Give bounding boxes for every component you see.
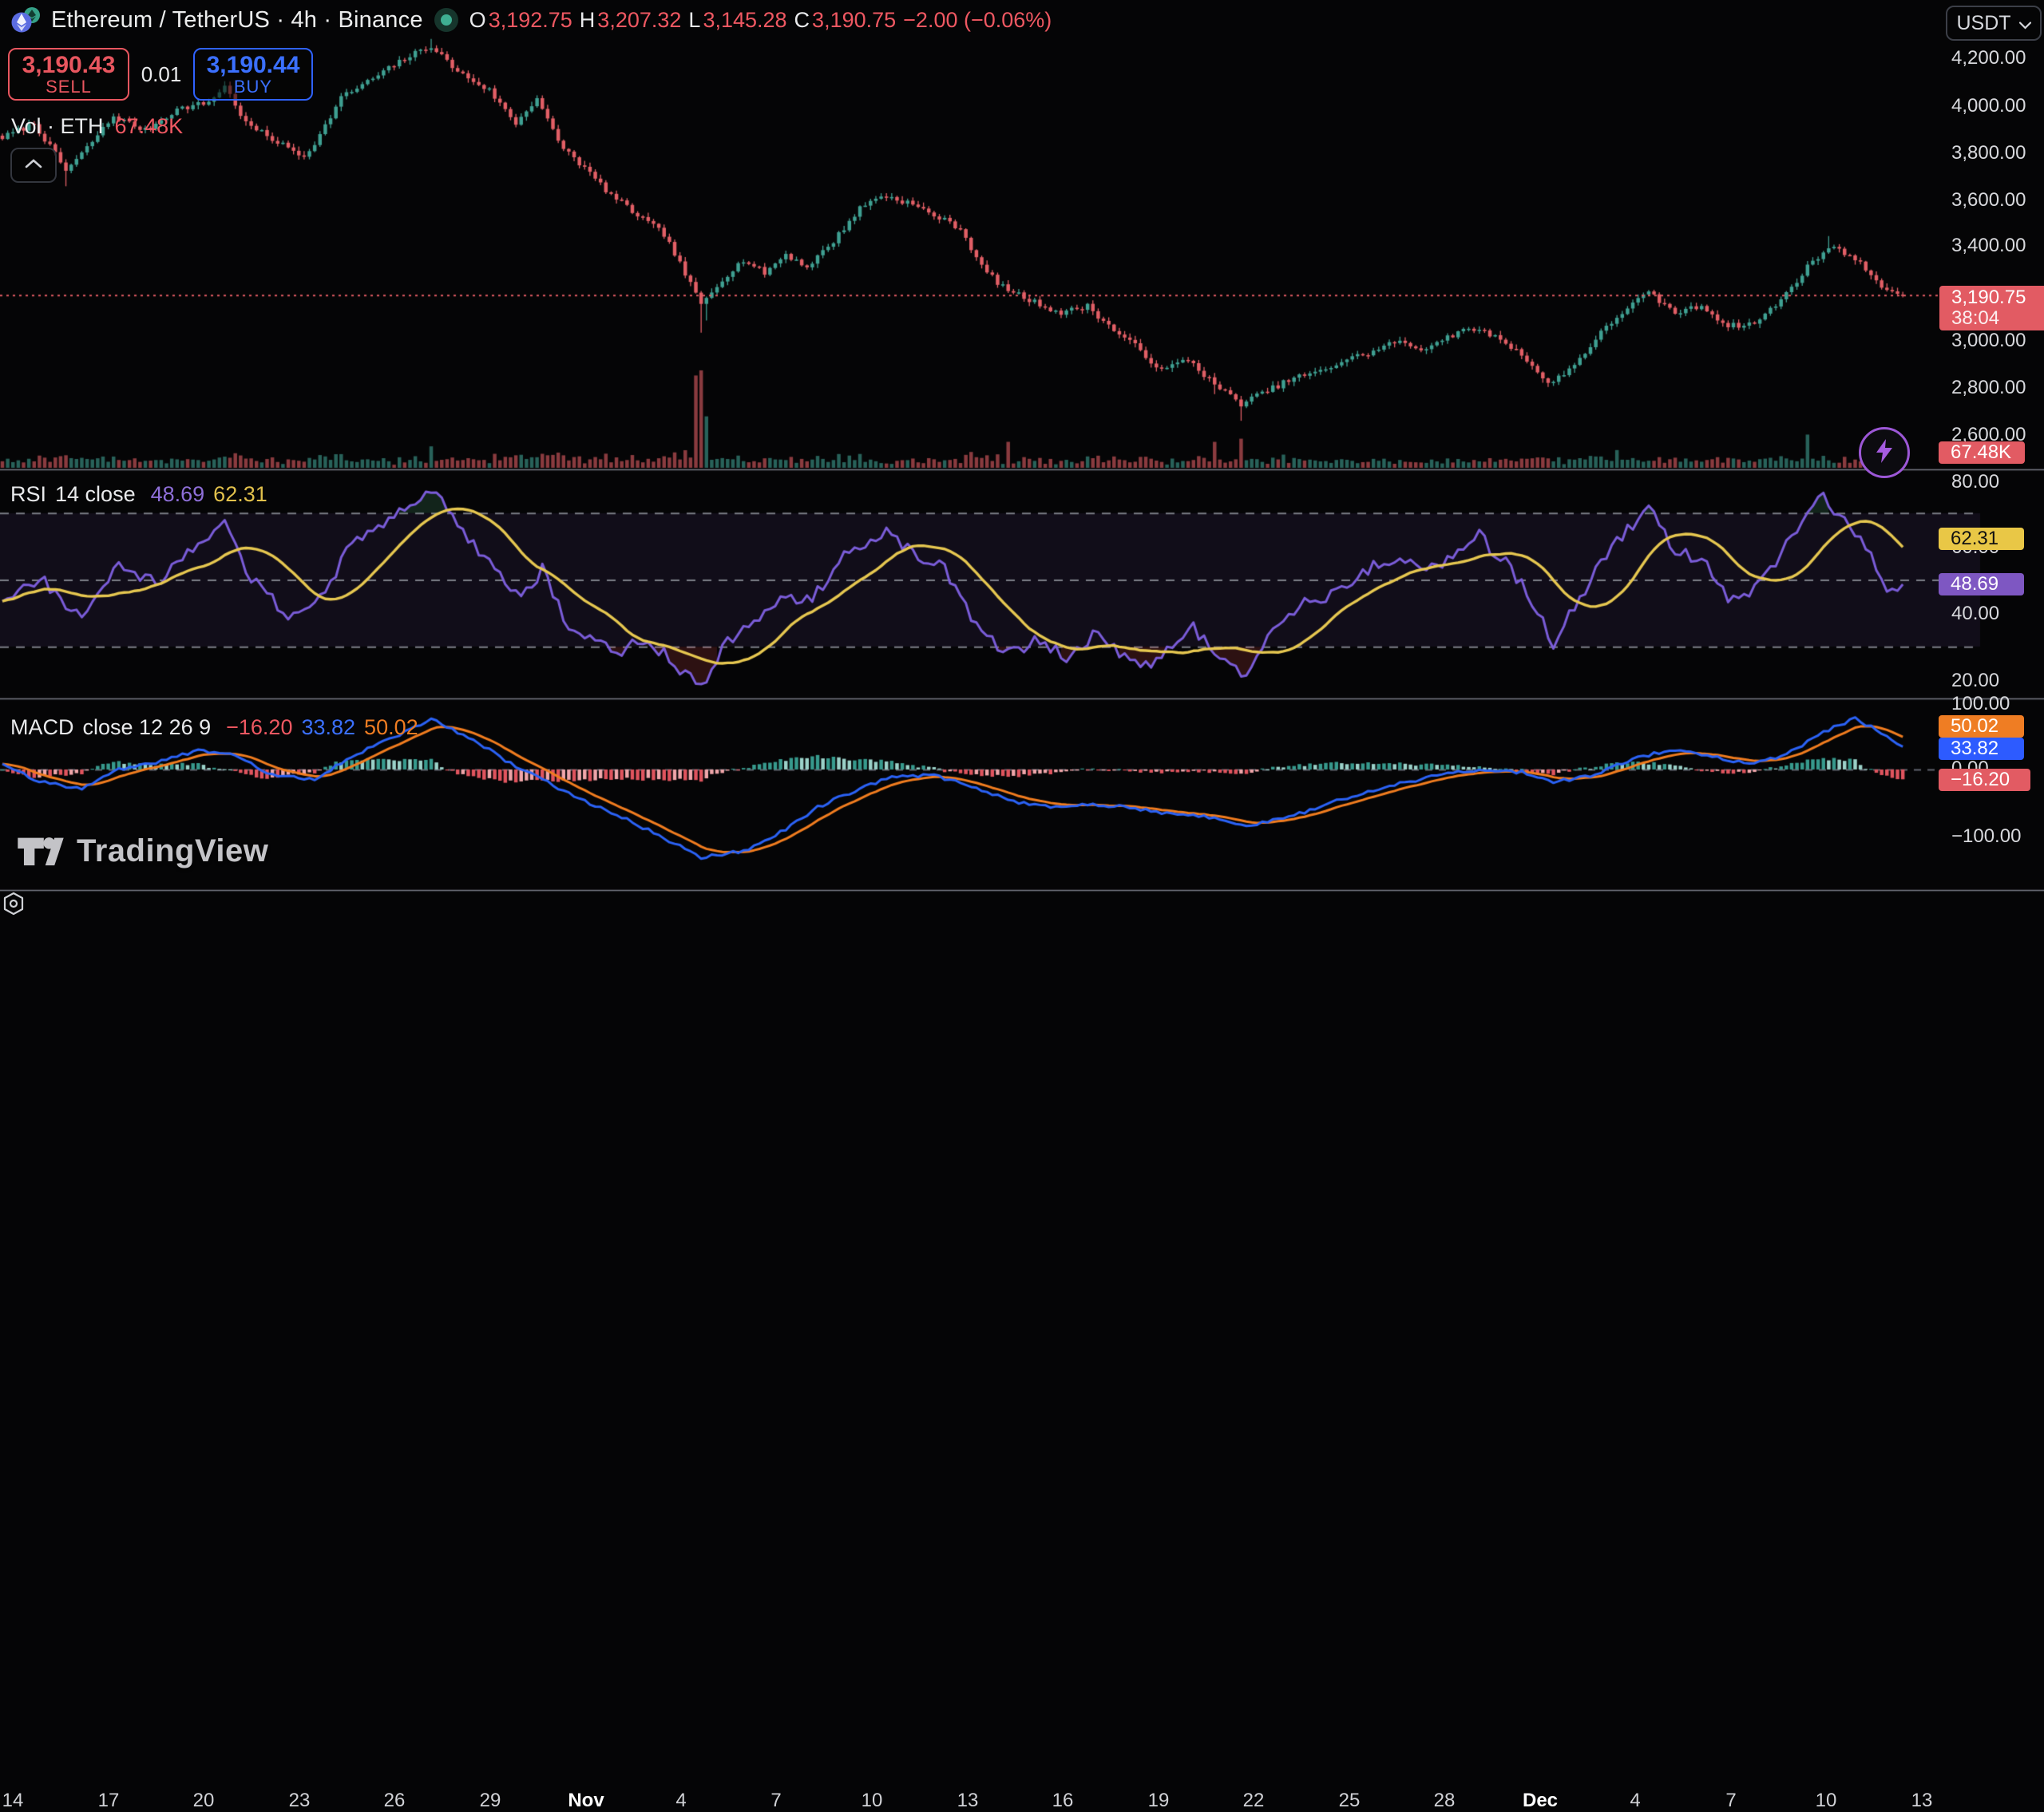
high-label: H [580, 8, 596, 33]
volume-value: 67.48K [115, 114, 184, 139]
timezone-settings-icon[interactable] [0, 890, 27, 917]
chart-canvas[interactable] [0, 0, 2044, 928]
time-tick: 22 [1243, 1790, 1265, 1812]
order-panel: 3,190.43 SELL 0.01 3,190.44 BUY [8, 48, 313, 101]
watermark: TradingView [16, 832, 268, 871]
symbol-header: Ethereum / TetherUS · 4h · Binance O3,19… [11, 5, 1052, 35]
eth-usdt-pair-icon [11, 6, 43, 34]
time-tick: 16 [1052, 1790, 1074, 1812]
lightning-icon [1872, 437, 1896, 469]
volume-axis-label: 67.48K [1939, 441, 2025, 464]
last-price-label: 3,190.75 38:04 [1939, 286, 2044, 330]
time-tick: 7 [1725, 1790, 1736, 1812]
rsi-value: 48.69 [151, 482, 205, 507]
time-tick: 4 [675, 1790, 686, 1812]
time-tick: 7 [770, 1790, 781, 1812]
macd-signal-value: 50.02 [364, 715, 418, 740]
high-value: 3,207.32 [597, 8, 681, 33]
time-tick: 25 [1339, 1790, 1361, 1812]
ohlc-readout: O3,192.75 H3,207.32 L3,145.28 C3,190.75 … [469, 8, 1052, 33]
time-tick: 4 [1630, 1790, 1640, 1812]
sell-button[interactable]: 3,190.43 SELL [8, 48, 129, 101]
time-tick: 14 [2, 1790, 24, 1812]
rsi-header[interactable]: RSI 14 close 48.69 62.31 [10, 482, 267, 507]
time-tick: 29 [480, 1790, 501, 1812]
buy-label: BUY [234, 77, 272, 96]
last-price-value: 3,190.75 [1951, 287, 2044, 308]
sell-price: 3,190.43 [22, 53, 116, 78]
symbol-title[interactable]: Ethereum / TetherUS · 4h · Binance [51, 7, 423, 34]
currency-dropdown[interactable]: USDT [1946, 6, 2042, 41]
time-tick: 28 [1434, 1790, 1456, 1812]
currency-value: USDT [1956, 12, 2010, 35]
change-value: −2.00 (−0.06%) [903, 8, 1052, 33]
rsi-ma-axis-label: 62.31 [1939, 528, 2024, 550]
bar-countdown: 38:04 [1951, 308, 2044, 329]
chevron-up-icon [23, 157, 44, 174]
macd-header[interactable]: MACD close 12 26 9 −16.20 33.82 50.02 [10, 715, 418, 740]
time-tick: 13 [1911, 1790, 1933, 1812]
chevron-down-icon [2019, 12, 2031, 35]
time-tick: 26 [384, 1790, 406, 1812]
volume-legend: Vol · ETH 67.48K [11, 114, 183, 139]
macd-axis-label: 33.82 [1939, 738, 2024, 760]
time-tick-month: Dec [1523, 1790, 1558, 1812]
time-tick: 13 [957, 1790, 979, 1812]
time-tick: 10 [1816, 1790, 1837, 1812]
spread-value: 0.01 [129, 62, 193, 87]
rsi-params: 14 close [55, 482, 136, 507]
rsi-axis-label: 48.69 [1939, 573, 2024, 595]
close-label: C [794, 8, 810, 33]
quick-trade-button[interactable] [1859, 427, 1910, 478]
time-tick: 10 [862, 1790, 883, 1812]
open-label: O [469, 8, 486, 33]
watermark-text: TradingView [77, 833, 268, 869]
tradingview-logo-icon [16, 832, 65, 871]
buy-price: 3,190.44 [207, 53, 300, 78]
macd-value: 33.82 [301, 715, 355, 740]
volume-label[interactable]: Vol · ETH [11, 114, 104, 139]
time-tick: 19 [1148, 1790, 1170, 1812]
time-tick: 20 [193, 1790, 215, 1812]
collapse-panel-button[interactable] [10, 148, 57, 183]
time-tick-month: Nov [568, 1790, 604, 1812]
macd-title: MACD [10, 715, 74, 740]
sell-label: SELL [46, 77, 92, 96]
time-axis[interactable]: 14 17 20 23 26 29 Nov 4 7 10 13 16 19 22… [0, 890, 2044, 928]
close-value: 3,190.75 [812, 8, 896, 33]
macd-signal-axis-label: 50.02 [1939, 715, 2024, 738]
macd-hist-value: −16.20 [226, 715, 292, 740]
macd-params: close 12 26 9 [83, 715, 212, 740]
buy-button[interactable]: 3,190.44 BUY [193, 48, 313, 101]
rsi-title: RSI [10, 482, 46, 507]
low-label: L [688, 8, 700, 33]
open-value: 3,192.75 [489, 8, 572, 33]
time-tick: 17 [98, 1790, 120, 1812]
rsi-ma-value: 62.31 [213, 482, 267, 507]
macd-hist-axis-label: −16.20 [1939, 769, 2030, 791]
time-tick: 23 [289, 1790, 311, 1812]
low-value: 3,145.28 [703, 8, 786, 33]
market-status-icon[interactable] [434, 8, 458, 32]
